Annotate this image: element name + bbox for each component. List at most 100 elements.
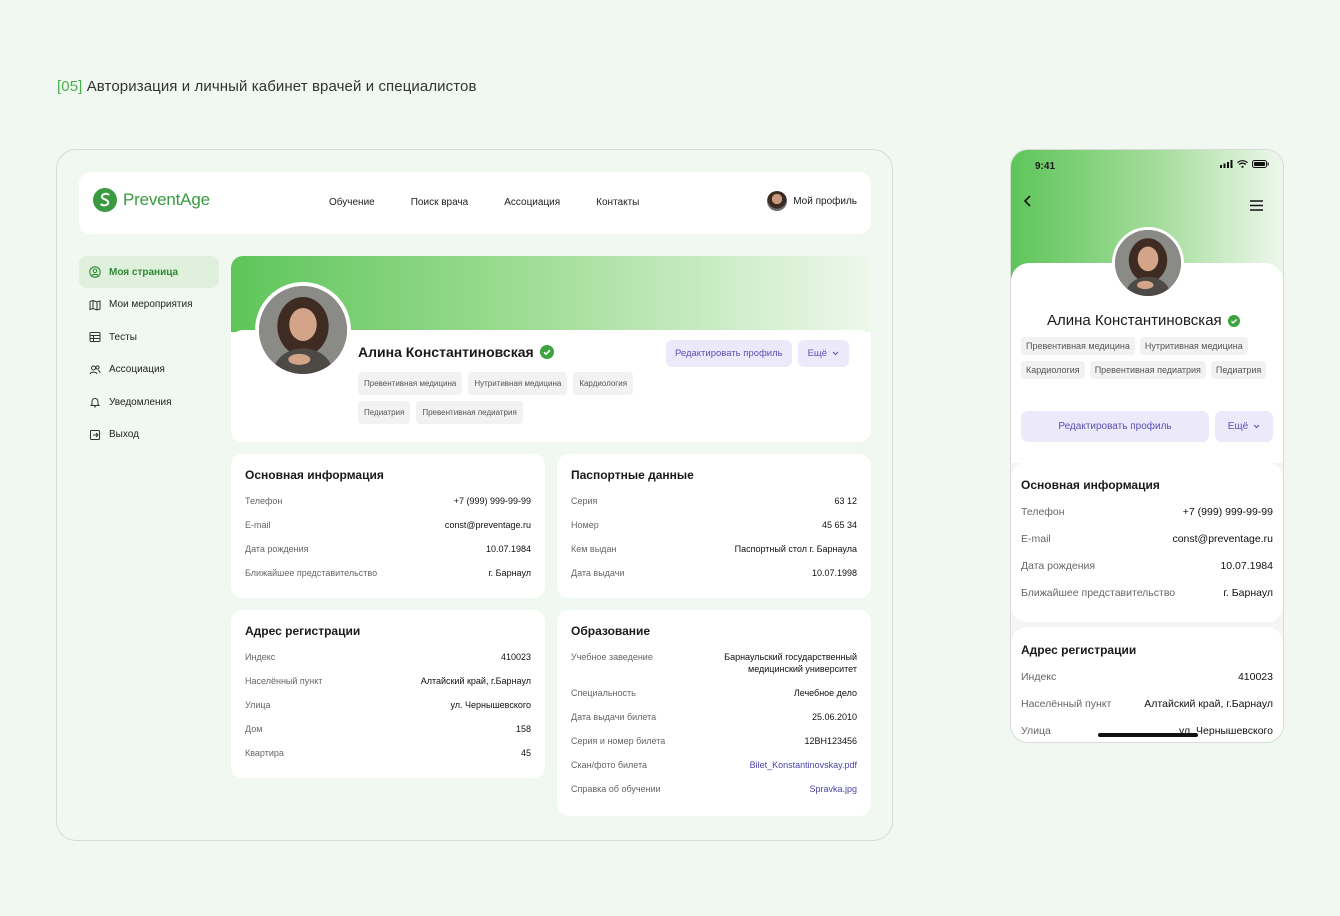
field-value: ул. Чернышевского (450, 700, 531, 710)
status-time: 9:41 (1035, 161, 1056, 172)
certificate-link[interactable]: Spravka.jpg (809, 783, 857, 795)
card-title: Основная информация (245, 468, 384, 482)
field-label: Серия (571, 496, 598, 506)
ticket-scan-link[interactable]: Bilet_Konstantinovskay.pdf (750, 759, 857, 771)
card-title: Адрес регистрации (1021, 643, 1137, 657)
users-icon (89, 364, 101, 374)
tag: Превентивная педиатрия (1089, 361, 1206, 379)
more-button[interactable]: Ещё (797, 340, 849, 367)
field-label: Ближайшее представительство (1021, 587, 1176, 599)
sidebar-item-association[interactable]: Ассоциация (79, 354, 219, 386)
more-button[interactable]: Ещё (1215, 411, 1273, 442)
tag: Превентивная медицина (1021, 337, 1135, 355)
field-value: 10.07.1984 (485, 544, 531, 554)
field-value: +7 (999) 999-99-99 (1182, 506, 1273, 518)
field-label: Дом (245, 724, 263, 734)
field-label: Дата выдачи билета (571, 712, 657, 722)
info-row: Скан/фото билета Bilet_Konstantinovskay.p… (571, 759, 857, 771)
info-row: Телефон +7 (999) 999-99-99 (245, 495, 531, 507)
field-value: const@preventage.ru (444, 520, 531, 530)
field-label: Квартира (245, 748, 284, 758)
card-title: Адрес регистрации (245, 624, 361, 638)
field-value: const@preventage.ru (1172, 533, 1273, 545)
field-label: Дата рождения (1021, 560, 1096, 572)
tag: Превентивная медицина (358, 372, 463, 395)
info-row: Ближайшее представительство г. Барнаул (245, 567, 531, 579)
my-profile-label: Мой профиль (793, 195, 857, 207)
field-label: Телефон (1021, 506, 1065, 518)
back-arrow-icon[interactable] (1021, 194, 1035, 208)
field-label: Дата выдачи (571, 568, 625, 578)
my-profile-link[interactable]: Мой профиль (767, 191, 857, 211)
user-circle-icon (89, 266, 101, 278)
info-row: Населённый пункт Алтайский край, г.Барнау… (1021, 698, 1273, 711)
sidebar-item-label: Тесты (109, 331, 137, 343)
chevron-down-icon (1253, 424, 1260, 429)
verified-icon (539, 345, 554, 359)
nav-contacts[interactable]: Контакты (596, 197, 639, 208)
sidebar-item-tests[interactable]: Тесты (79, 321, 219, 353)
profile-name: Алина Константиновская (358, 344, 534, 360)
tag: Нутритивная медицина (468, 372, 568, 395)
field-value: 63 12 (834, 496, 857, 506)
avatar (255, 282, 351, 378)
basic-info-card: Основная информация Телефон +7 (999) 999-… (231, 454, 545, 598)
info-row: Дата рождения 10.07.1984 (1021, 560, 1273, 573)
field-value: 10.07.1998 (811, 568, 857, 578)
menu-icon[interactable] (1250, 200, 1263, 211)
bell-icon (89, 398, 101, 408)
more-label: Ещё (1227, 421, 1249, 432)
info-row: Ближайшее представительство г. Барнаул (1021, 587, 1273, 600)
sidebar-item-label: Ассоциация (109, 364, 165, 375)
field-label: Индекс (245, 652, 276, 662)
address-card: Адрес регистрации Индекс 410023 Населённы… (231, 610, 545, 778)
sidebar-item-events[interactable]: Мои мероприятия (79, 289, 219, 321)
avatar (767, 191, 788, 211)
card-title: Основная информация (1021, 478, 1160, 492)
tag: Кардиология (573, 372, 634, 395)
edit-profile-button[interactable]: Редактировать профиль (1021, 411, 1209, 442)
info-row: Дата выдачи 10.07.1998 (571, 567, 857, 579)
field-value: г. Барнаул (1223, 587, 1273, 599)
more-label: Ещё (807, 348, 827, 359)
sidebar-item-label: Мои мероприятия (109, 299, 193, 310)
field-label: Населённый пункт (1021, 698, 1112, 710)
page-heading: [05] Авторизация и личный кабинет врачей… (57, 78, 477, 95)
profile-name-row: Алина Константиновская (358, 344, 554, 360)
chevron-down-icon (832, 351, 839, 356)
nav-association[interactable]: Ассоциация (504, 197, 560, 208)
avatar-photo (1115, 230, 1181, 296)
info-row: Учебное заведение Барнаульский государств… (571, 651, 857, 675)
section-number: [05] (57, 78, 83, 95)
edit-profile-button[interactable]: Редактировать профиль (665, 340, 792, 367)
top-navigation: PreventAge Обучение Поиск врача Ассоциац… (79, 172, 871, 234)
tag: Педиатрия (1210, 361, 1267, 379)
tag: Превентивная педиатрия (416, 401, 523, 424)
nav-doctor-search[interactable]: Поиск врача (411, 197, 468, 208)
sidebar-item-logout[interactable]: Выход (79, 419, 219, 451)
card-title: Образование (571, 624, 651, 638)
avatar (1112, 227, 1184, 299)
field-value: г. Барнаул (488, 568, 531, 578)
wifi-icon (1237, 160, 1248, 168)
logo[interactable]: PreventAge (93, 188, 210, 212)
tag: Педиатрия (358, 401, 411, 424)
field-label: Дата рождения (245, 544, 309, 554)
info-row: Серия 63 12 (571, 495, 857, 507)
field-value: Лечебное дело (793, 688, 857, 698)
passport-card: Паспортные данные Серия 63 12 Номер 45 65 … (557, 454, 871, 598)
table-icon (89, 332, 101, 342)
info-row: Специальность Лечебное дело (571, 687, 857, 699)
field-value: 410023 (500, 652, 531, 662)
nav-training[interactable]: Обучение (329, 197, 375, 208)
section-title: Авторизация и личный кабинет врачей и сп… (86, 78, 477, 95)
field-label: Серия и номер билета (571, 736, 666, 746)
sidebar-item-my-page[interactable]: Моя страница (79, 256, 219, 288)
field-value: Барнаульский государственный медицинский… (724, 652, 857, 674)
field-label: Ближайшее представительство (245, 568, 378, 578)
sidebar-item-notifications[interactable]: Уведомления (79, 386, 219, 418)
card-title: Паспортные данные (571, 468, 694, 482)
field-value: Паспортный стол г. Барнаула (734, 544, 857, 554)
field-label: Номер (571, 520, 599, 530)
verified-icon (1227, 314, 1240, 327)
